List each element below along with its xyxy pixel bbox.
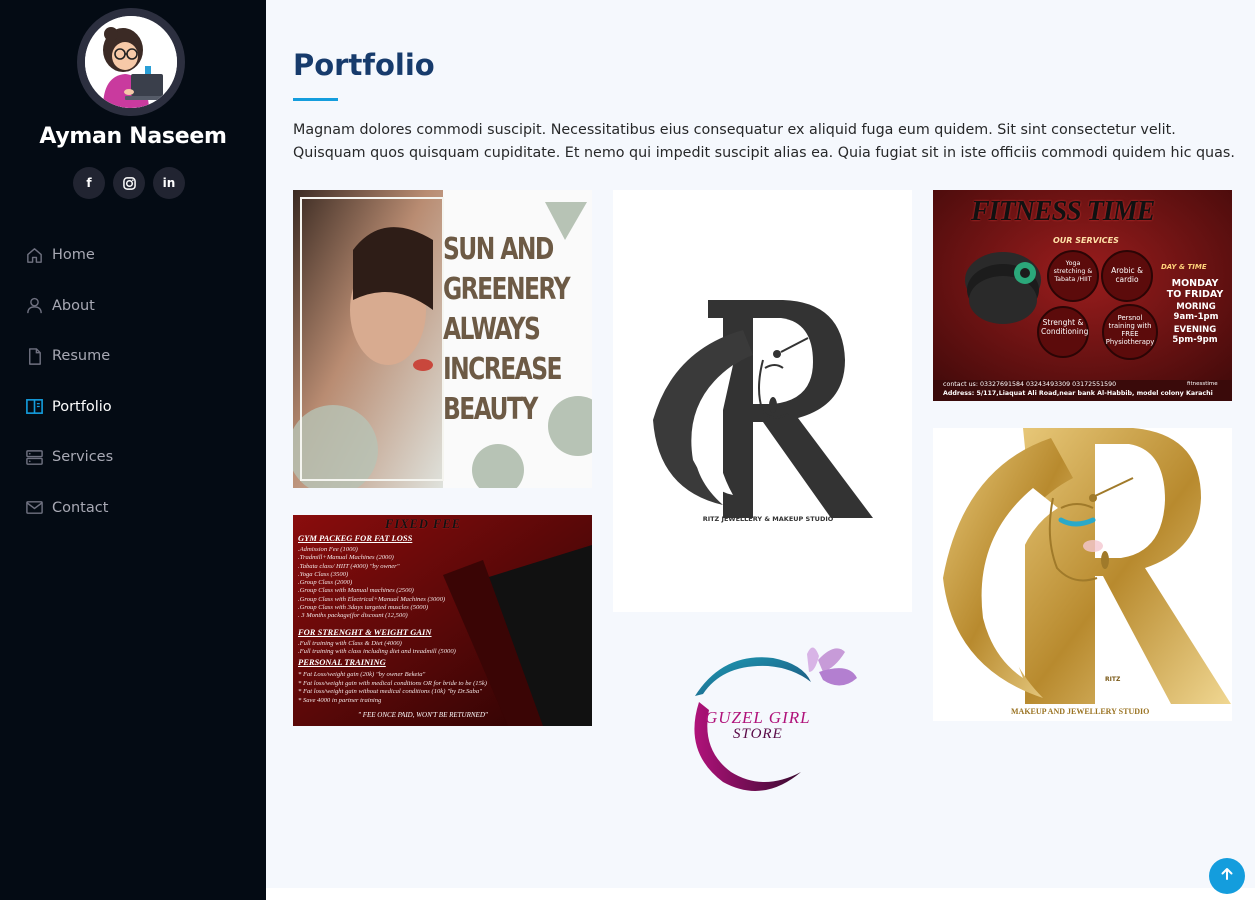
fee-line: .Group Class with Manual machines (2500) (298, 587, 414, 595)
fitness-handle: fitnesstime (1187, 381, 1218, 387)
ritz-dark-caption: RITZ JEWELLERY & MAKEUP STUDIO (702, 515, 834, 523)
portfolio-item-ritz-dark-logo[interactable]: RITZ JEWELLERY & MAKEUP STUDIO (613, 190, 912, 612)
footer-strip (266, 888, 1255, 900)
ritz-gold-caption: MAKEUP AND JEWELLERY STUDIO (1011, 707, 1150, 716)
fee-title: FIXED FEE (385, 517, 462, 531)
nav-label-services: Services (52, 449, 114, 466)
fitness-service-3: Strenght & Conditioning (1041, 318, 1089, 336)
sun-line-3: ALWAYS (443, 312, 541, 347)
fitness-days: MONDAY TO FRIDAY (1166, 278, 1224, 300)
sun-line-2: GREENERY (443, 272, 571, 307)
title-underline (293, 98, 338, 101)
nav-item-contact[interactable]: Contact (0, 483, 266, 534)
instagram-icon[interactable] (113, 167, 145, 199)
person-icon (24, 296, 44, 316)
sun-line-1: SUN AND (443, 232, 554, 267)
fee-line: .Tabata class/ HIIT (4000) "by owner" (298, 562, 400, 570)
fee-heading-3: PERSONAL TRAINING (298, 657, 386, 667)
fee-line: * Fat loss/weight gain without medical c… (298, 688, 482, 695)
sun-line-5: BEAUTY (443, 392, 538, 427)
facebook-icon[interactable]: f (73, 167, 105, 199)
sun-line-4: INCREASE (443, 352, 562, 387)
fee-line: . 3 Months package(for discount (12,500) (298, 612, 408, 620)
profile-name: Ayman Naseem (39, 124, 227, 149)
sidebar: Ayman Naseem f in Home About Resume Port… (0, 0, 266, 900)
file-icon (24, 346, 44, 366)
nav-label-contact: Contact (52, 499, 109, 516)
social-links: f in (73, 167, 185, 199)
nav-item-about[interactable]: About (0, 281, 266, 332)
fee-line: * Fat loss/weight gain with medical cond… (298, 679, 488, 687)
fee-line: .Group Class (2000) (298, 579, 353, 587)
fitness-evening: EVENING 5pm-9pm (1172, 325, 1218, 345)
fee-line: .Full training with class including diet… (298, 648, 456, 656)
fee-footer: " FEE ONCE PAID, WON'T BE RETURNED" (358, 711, 488, 719)
fitness-address: Address: 5/117,Liaquat Ali Road,near ban… (943, 390, 1213, 397)
fitness-day-title: DAY & TIME (1161, 263, 1207, 271)
book-icon (24, 397, 44, 417)
portfolio-item-fixed-fee[interactable]: FIXED FEE GYM PACKEG FOR FAT LOSS .Admis… (293, 515, 592, 726)
fee-line: .Group Class with Electrical+Manual Mach… (298, 595, 446, 603)
nav-label-portfolio: Portfolio (52, 398, 112, 415)
nav-item-portfolio[interactable]: Portfolio (0, 382, 266, 433)
fee-list-3: * Fat Loss/weight gain (20k) "by owner B… (298, 671, 487, 705)
nav-menu: Home About Resume Portfolio Services Con… (0, 230, 266, 533)
fitness-service-4: Persnol training with FREE Physiotherapy (1105, 314, 1155, 346)
portfolio-item-fitness-time[interactable]: FITNESS TIME OUR SERVICES Yoga stretchin… (933, 190, 1232, 401)
guzel-line-2: STORE (733, 726, 783, 742)
fitness-service-2: Arobic & cardio (1111, 266, 1143, 284)
fee-line: .Tradmill+Manual Machines (2000) (298, 554, 394, 562)
fee-list-2: .Full training with Class & Diet (4000) … (298, 640, 456, 657)
nav-item-services[interactable]: Services (0, 432, 266, 483)
fee-heading-2: FOR STRENGHT & WEIGHT GAIN (298, 627, 432, 637)
fitness-subtitle: OUR SERVICES (1053, 236, 1119, 245)
linkedin-icon[interactable]: in (153, 167, 185, 199)
fee-line: * Fat Loss/weight gain (20k) "by owner B… (298, 671, 426, 678)
nav-label-resume: Resume (52, 348, 111, 365)
guzel-line-1: GUZEL GIRL (705, 708, 811, 727)
fee-line: .Full training with Class & Diet (4000) (298, 640, 402, 647)
fee-line: .Admission Fee (1000) (298, 546, 358, 553)
section-description: Magnam dolores commodi suscipit. Necessi… (293, 122, 1235, 161)
fitness-service-1: Yoga stretching & Tabata /HIIT (1053, 260, 1093, 283)
fee-line: .Yoga Class (3500) (298, 570, 349, 578)
nav-item-home[interactable]: Home (0, 230, 266, 281)
ritz-gold-brand: RITZ (1105, 676, 1121, 683)
portfolio-item-sun-greenery[interactable]: SUN AND GREENERY ALWAYS INCREASE BEAUTY (293, 190, 592, 488)
girl-with-laptop-avatar (85, 16, 177, 108)
fitness-title: FITNESS TIME (971, 196, 1155, 227)
fee-line: * Save 4000 in partner training (298, 696, 382, 704)
portfolio-item-ritz-gold-logo[interactable]: RITZ MAKEUP AND JEWELLERY STUDIO (933, 428, 1232, 721)
portfolio-section: Portfolio Magnam dolores commodi suscipi… (266, 0, 1255, 888)
portfolio-item-guzel-girl-store[interactable]: GUZEL GIRL STORE (613, 632, 912, 802)
nav-item-resume[interactable]: Resume (0, 331, 266, 382)
envelope-icon (24, 498, 44, 518)
back-to-top-button[interactable] (1209, 858, 1245, 894)
arrow-up-icon (1219, 866, 1235, 886)
fitness-morning: MORING 9am-1pm (1173, 302, 1219, 322)
nav-label-home: Home (52, 247, 95, 264)
nav-label-about: About (52, 297, 95, 314)
fitness-contact: contact us: 03327691584 03243493309 0317… (943, 381, 1117, 388)
fee-line: .Group Class with 3days targeted muscles… (298, 604, 429, 612)
fee-heading-1: GYM PACKEG FOR FAT LOSS (298, 533, 413, 543)
server-icon (24, 447, 44, 467)
home-icon (24, 245, 44, 265)
section-title: Portfolio (293, 48, 435, 82)
profile-avatar[interactable] (77, 8, 185, 116)
fee-list-1: .Admission Fee (1000) .Tradmill+Manual M… (298, 546, 445, 621)
